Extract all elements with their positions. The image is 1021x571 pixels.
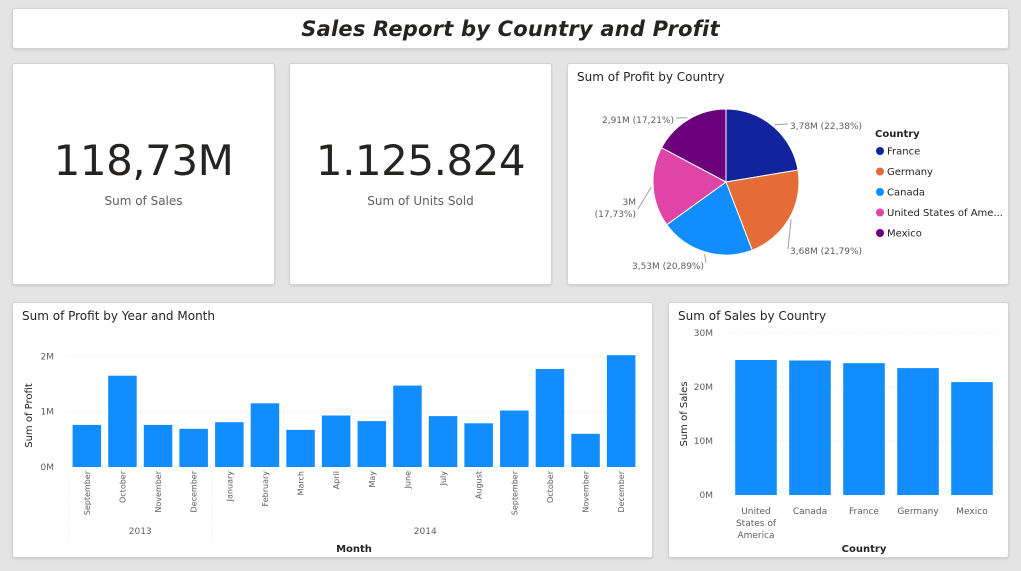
y-axis-title: Sum of Sales: [679, 381, 690, 446]
bar-united-states-of-america[interactable]: [735, 360, 777, 495]
legend-item-united-states-of-america[interactable]: United States of Ame...: [876, 208, 1003, 219]
x-tick-label: October: [118, 470, 127, 503]
legend-item-mexico[interactable]: Mexico: [876, 229, 922, 240]
x-group-label: 2014: [414, 527, 437, 537]
x-tick-label: January: [225, 471, 234, 503]
profit-by-month-chart: 0M 1M 2M Sum of Profit September October Novem…: [24, 352, 639, 555]
x-tick-label: Mexico: [956, 507, 988, 517]
x-group-label: 2013: [129, 527, 152, 537]
x-tick-label: June: [403, 471, 412, 490]
bar-july[interactable]: [428, 416, 458, 467]
legend-marker: [876, 229, 884, 237]
bar-mexico[interactable]: [951, 382, 993, 495]
x-tick-label: August: [475, 471, 484, 499]
kpi-card-units[interactable]: 1.125.824 Sum of Units Sold: [289, 63, 552, 285]
bar-december[interactable]: [606, 355, 636, 467]
kpi-units-label: Sum of Units Sold: [367, 194, 474, 208]
x-tick-label: September: [83, 470, 92, 515]
bar-january[interactable]: [215, 422, 244, 467]
y-tick-label: 0M: [41, 463, 55, 473]
bar-france[interactable]: [843, 363, 885, 495]
bar-march[interactable]: [286, 429, 315, 467]
legend-label: Canada: [887, 188, 925, 199]
pie-data-label: 3,68M (21,79%): [790, 247, 862, 257]
legend-marker: [876, 167, 884, 176]
y-axis-title: Sum of Profit: [24, 383, 35, 448]
x-tick-label: February: [261, 471, 270, 507]
pie-data-label: 3M (17,73%): [595, 198, 636, 220]
kpi-sales-value: 118,73M: [53, 136, 234, 185]
y-tick-label: 30M: [694, 329, 713, 339]
legend-item-germany[interactable]: Germany: [876, 167, 933, 178]
x-tick-label: September: [510, 470, 519, 515]
pie-leader-line: [637, 186, 652, 210]
bar-canada[interactable]: [789, 360, 831, 496]
bar-september[interactable]: [72, 424, 102, 467]
x-tick-label: December: [617, 470, 626, 512]
pie-data-label: 3,78M (22,38%): [790, 122, 862, 132]
report-title: Sales Report by Country and Profit: [301, 16, 720, 41]
y-tick-label: 2M: [41, 352, 55, 362]
bar-germany[interactable]: [897, 368, 939, 495]
x-tick-label: United States of America: [736, 507, 777, 541]
x-tick-label: December: [190, 470, 199, 512]
pie-chart-card[interactable]: Sum of Profit by Country 3,78M (22,38%) 3…: [567, 63, 1009, 285]
bar-april[interactable]: [321, 415, 351, 468]
legend-label: Germany: [887, 167, 933, 178]
pie-leader-line: [704, 253, 707, 264]
kpi-units-value: 1.125.824: [315, 136, 526, 185]
sales-by-country-card[interactable]: Sum of Sales by Country 0M 10M 20M 30M Sum o…: [668, 302, 1009, 558]
legend-marker: [876, 188, 884, 196]
legend-marker: [876, 147, 884, 155]
x-tick-label: July: [439, 471, 448, 487]
x-tick-label: March: [297, 471, 306, 495]
pie-chart: 3,78M (22,38%) 3,68M (21,79%) 3,53M (20,89…: [595, 108, 1003, 272]
y-tick-label: 20M: [694, 383, 713, 393]
pie-slice-france[interactable]: [725, 108, 799, 183]
bar-may[interactable]: [357, 421, 387, 467]
legend-item-canada[interactable]: Canada: [876, 188, 925, 199]
x-tick-label: Germany: [897, 507, 939, 517]
bar-september[interactable]: [500, 410, 529, 468]
x-tick-label: November: [582, 470, 591, 512]
x-tick-label: November: [154, 470, 163, 512]
legend-label: Mexico: [887, 229, 922, 240]
legend-label: United States of Ame...: [887, 208, 1003, 219]
sales-by-country-chart: 0M 10M 20M 30M Sum of Sales United States of Am…: [679, 329, 999, 555]
x-tick-label: May: [368, 471, 377, 488]
bar-february[interactable]: [250, 403, 280, 467]
bar-december[interactable]: [179, 428, 208, 467]
kpi-card-sales[interactable]: 118,73M Sum of Sales: [12, 63, 275, 285]
bar-august[interactable]: [464, 423, 493, 467]
y-tick-label: 0M: [700, 491, 714, 501]
x-axis-title: Country: [842, 544, 887, 555]
y-tick-label: 1M: [41, 408, 55, 418]
pie-leader-line: [787, 219, 792, 250]
bar-november[interactable]: [143, 424, 173, 467]
legend-item-france[interactable]: France: [876, 147, 920, 158]
bar-october[interactable]: [535, 369, 565, 467]
kpi-sales-label: Sum of Sales: [104, 194, 183, 208]
x-tick-label: October: [546, 470, 555, 503]
pie-data-label: 2,91M (17,21%): [602, 116, 674, 126]
y-tick-label: 10M: [694, 437, 713, 447]
bar-november[interactable]: [571, 433, 600, 467]
pie-leader-line: [774, 123, 789, 126]
pie-legend-title: Country: [875, 129, 920, 140]
legend-label: France: [887, 147, 920, 158]
x-tick-label: France: [849, 507, 879, 517]
x-tick-label: April: [332, 471, 341, 489]
legend-marker: [876, 208, 884, 217]
bar-october[interactable]: [108, 375, 137, 467]
pie-data-label: 3,53M (20,89%): [632, 262, 704, 272]
x-tick-label: Canada: [793, 507, 827, 517]
x-axis-title: Month: [336, 544, 372, 555]
bar-june[interactable]: [393, 385, 422, 467]
profit-by-month-card[interactable]: Sum of Profit by Year and Month 0M 1M 2M Su…: [12, 302, 653, 558]
report-title-bar: Sales Report by Country and Profit: [12, 8, 1009, 49]
